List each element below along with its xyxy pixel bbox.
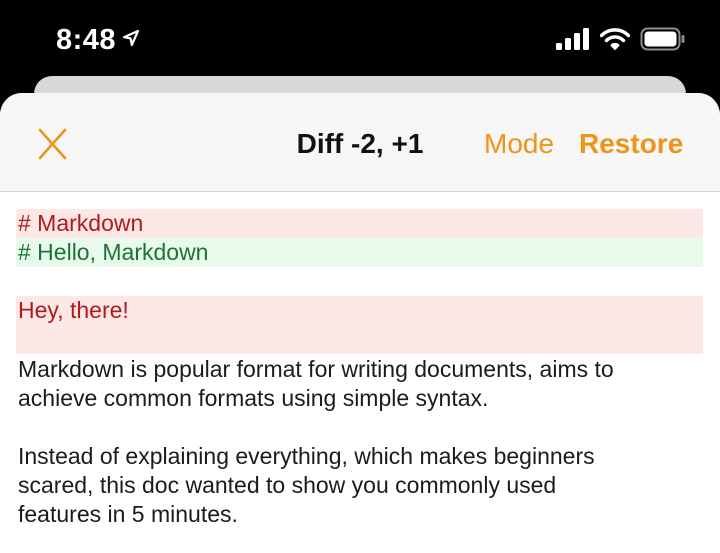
navigation-bar: Diff -2, +1 Mode Restore (0, 93, 720, 192)
status-icons (556, 27, 686, 56)
diff-sheet: Diff -2, +1 Mode Restore # Markdown # He… (0, 93, 720, 553)
status-time: 8:48 (56, 24, 117, 56)
page-title: Diff -2, +1 (296, 128, 424, 159)
battery-icon (640, 27, 686, 56)
diff-line-added: # Hello, Markdown (16, 238, 703, 267)
mode-button[interactable]: Mode (484, 124, 554, 164)
diff-line-unchanged: scared, this doc wanted to show you comm… (18, 472, 557, 498)
status-time-group: 8:48 (56, 22, 140, 58)
location-arrow-icon (122, 29, 140, 52)
diff-line-unchanged: achieve common formats using simple synt… (18, 385, 489, 411)
diff-line-removed: # Markdown (16, 209, 703, 238)
status-bar: 8:48 (0, 0, 720, 80)
diff-line-unchanged: features in 5 minutes. (18, 501, 238, 527)
close-icon (32, 128, 72, 168)
diff-line-unchanged: Instead of explaining everything, which … (18, 443, 595, 469)
close-button[interactable] (32, 124, 72, 164)
cellular-signal-icon (556, 28, 590, 55)
wifi-icon (599, 28, 631, 55)
diff-line-unchanged: Markdown is popular format for writing d… (18, 356, 614, 382)
restore-button[interactable]: Restore (579, 124, 683, 164)
diff-line-removed: Hey, there! (16, 296, 703, 354)
